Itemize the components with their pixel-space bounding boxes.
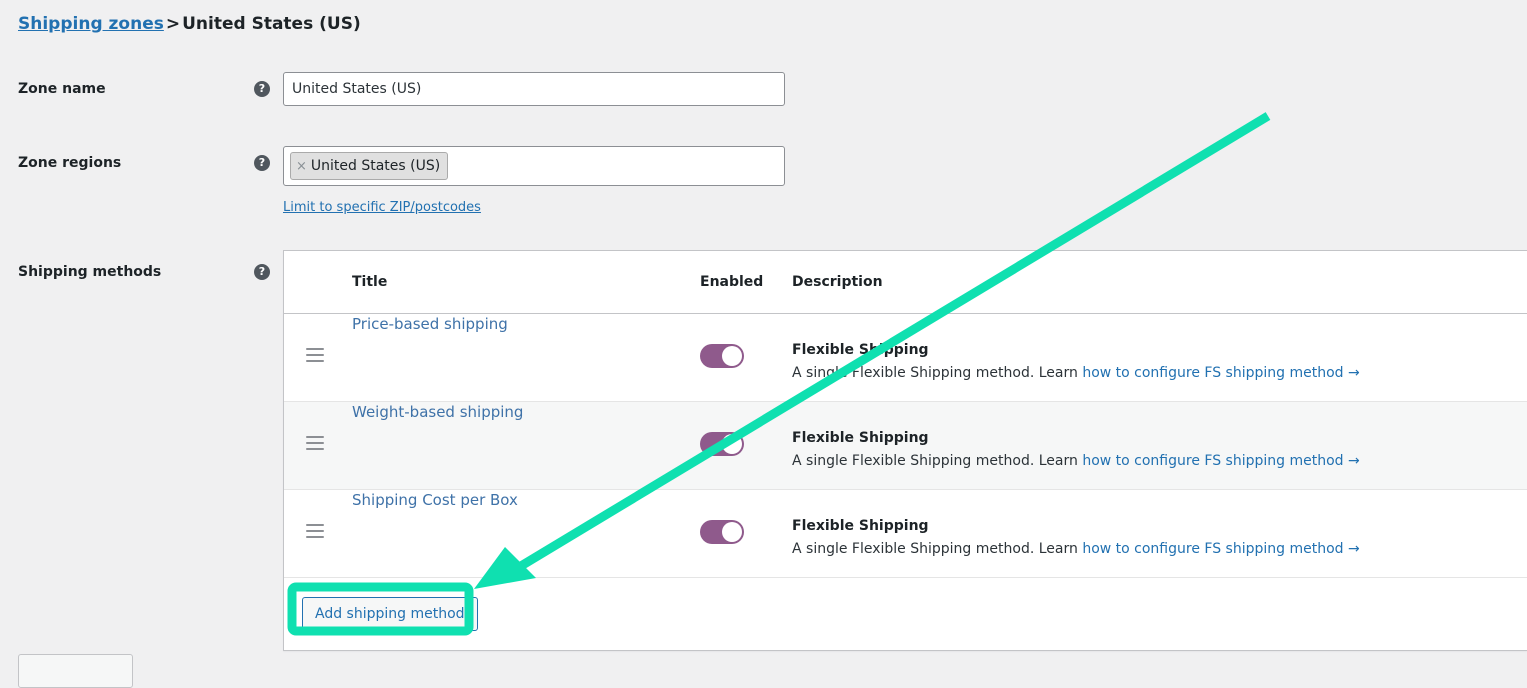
method-desc-title: Flexible Shipping (792, 515, 1515, 537)
method-desc-text: A single Flexible Shipping method. Learn… (792, 537, 1515, 561)
enabled-toggle[interactable] (700, 344, 744, 368)
zone-name-input[interactable] (283, 72, 785, 106)
table-row: Weight-based shipping Flexible Shipping … (284, 402, 1527, 490)
method-title-link[interactable]: Shipping Cost per Box (352, 491, 518, 509)
add-shipping-method-button[interactable]: Add shipping method (302, 597, 478, 631)
shipping-methods-help-icon[interactable]: ? (254, 264, 270, 280)
breadcrumb-current-zone: United States (US) (182, 14, 361, 34)
toggle-knob (722, 522, 742, 542)
configure-fs-link[interactable]: how to configure FS shipping method → (1082, 453, 1359, 469)
row-description-cell: Flexible Shipping A single Flexible Ship… (792, 314, 1527, 385)
zone-name-help-icon[interactable]: ? (254, 81, 270, 97)
method-desc-title: Flexible Shipping (792, 339, 1515, 361)
row-description-cell: Flexible Shipping A single Flexible Ship… (792, 402, 1527, 473)
drag-handle-icon[interactable] (306, 524, 324, 538)
method-title-link[interactable]: Weight-based shipping (352, 403, 523, 421)
row-enabled-cell (700, 314, 792, 368)
drag-handle-icon[interactable] (306, 436, 324, 450)
method-desc-title: Flexible Shipping (792, 427, 1515, 449)
table-row: Price-based shipping Flexible Shipping A… (284, 314, 1527, 402)
row-handle-cell (284, 314, 352, 362)
zone-regions-help-icon[interactable]: ? (254, 155, 270, 171)
region-chip[interactable]: × United States (US) (290, 152, 448, 180)
row-handle-cell (284, 490, 352, 538)
table-header-row: Title Enabled Description (284, 251, 1527, 314)
enabled-toggle[interactable] (700, 432, 744, 456)
zone-regions-select[interactable]: × United States (US) (283, 146, 785, 186)
row-enabled-cell (700, 490, 792, 544)
row-description-cell: Flexible Shipping A single Flexible Ship… (792, 490, 1527, 561)
table-footer: Add shipping method (284, 578, 1527, 650)
shipping-methods-label: Shipping methods (18, 264, 161, 280)
enabled-toggle[interactable] (700, 520, 744, 544)
table-row: Shipping Cost per Box Flexible Shipping … (284, 490, 1527, 578)
breadcrumb-shipping-zones-link[interactable]: Shipping zones (18, 14, 164, 34)
row-title-cell: Weight-based shipping (352, 402, 700, 421)
region-chip-label: United States (US) (311, 158, 440, 174)
remove-region-icon[interactable]: × (296, 159, 307, 174)
header-enabled: Enabled (700, 274, 792, 290)
row-title-cell: Price-based shipping (352, 314, 700, 333)
breadcrumb-separator: > (166, 14, 180, 34)
zone-regions-label: Zone regions (18, 155, 121, 171)
zone-name-label: Zone name (18, 81, 106, 97)
drag-handle-icon[interactable] (306, 348, 324, 362)
row-title-cell: Shipping Cost per Box (352, 490, 700, 509)
row-enabled-cell (700, 402, 792, 456)
breadcrumb: Shipping zones>United States (US) (18, 11, 361, 37)
method-title-link[interactable]: Price-based shipping (352, 315, 508, 333)
method-desc-text: A single Flexible Shipping method. Learn… (792, 361, 1515, 385)
toggle-knob (722, 434, 742, 454)
partial-bottom-button[interactable] (18, 654, 133, 688)
row-handle-cell (284, 402, 352, 450)
method-desc-prefix: A single Flexible Shipping method. Learn (792, 365, 1082, 381)
method-desc-text: A single Flexible Shipping method. Learn… (792, 449, 1515, 473)
header-description: Description (792, 274, 1527, 290)
shipping-methods-table: Title Enabled Description Price-based sh… (283, 250, 1527, 651)
limit-to-zip-postcodes-link[interactable]: Limit to specific ZIP/postcodes (283, 200, 481, 215)
toggle-knob (722, 346, 742, 366)
configure-fs-link[interactable]: how to configure FS shipping method → (1082, 541, 1359, 557)
configure-fs-link[interactable]: how to configure FS shipping method → (1082, 365, 1359, 381)
method-desc-prefix: A single Flexible Shipping method. Learn (792, 541, 1082, 557)
header-title: Title (352, 274, 700, 290)
method-desc-prefix: A single Flexible Shipping method. Learn (792, 453, 1082, 469)
